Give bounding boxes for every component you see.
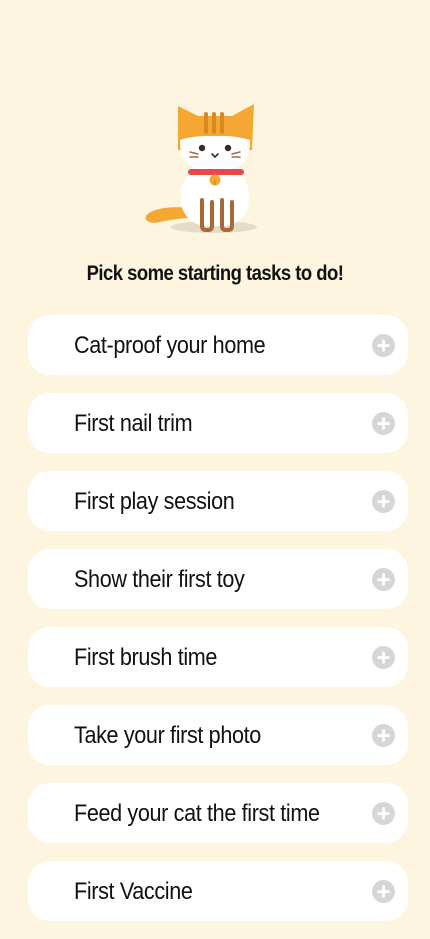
add-circle-icon[interactable] (372, 334, 395, 357)
task-label: Feed your cat the first time (74, 800, 320, 827)
task-item-feed-cat[interactable]: Feed your cat the first time (28, 783, 408, 843)
task-item-first-photo[interactable]: Take your first photo (28, 705, 408, 765)
add-circle-icon[interactable] (372, 880, 395, 903)
task-label: First Vaccine (74, 878, 193, 905)
task-label: First brush time (74, 644, 218, 671)
add-circle-icon[interactable] (372, 724, 395, 747)
task-label: First play session (74, 488, 235, 515)
page-title: Pick some starting tasks to do! (86, 262, 344, 285)
task-item-first-vaccine[interactable]: First Vaccine (28, 861, 408, 921)
add-circle-icon[interactable] (372, 646, 395, 669)
add-circle-icon[interactable] (372, 490, 395, 513)
add-circle-icon[interactable] (372, 802, 395, 825)
task-label: First nail trim (74, 410, 193, 437)
task-item-play-session[interactable]: First play session (28, 471, 408, 531)
task-label: Take your first photo (74, 722, 261, 749)
add-circle-icon[interactable] (372, 412, 395, 435)
orange-cat-icon (145, 104, 257, 233)
task-item-nail-trim[interactable]: First nail trim (28, 393, 408, 453)
task-list: Cat-proof your home First nail trim Firs… (28, 315, 408, 939)
task-item-brush-time[interactable]: First brush time (28, 627, 408, 687)
task-item-cat-proof[interactable]: Cat-proof your home (28, 315, 408, 375)
task-item-first-toy[interactable]: Show their first toy (28, 549, 408, 609)
task-label: Cat-proof your home (74, 332, 266, 359)
task-label: Show their first toy (74, 566, 245, 593)
add-circle-icon[interactable] (372, 568, 395, 591)
